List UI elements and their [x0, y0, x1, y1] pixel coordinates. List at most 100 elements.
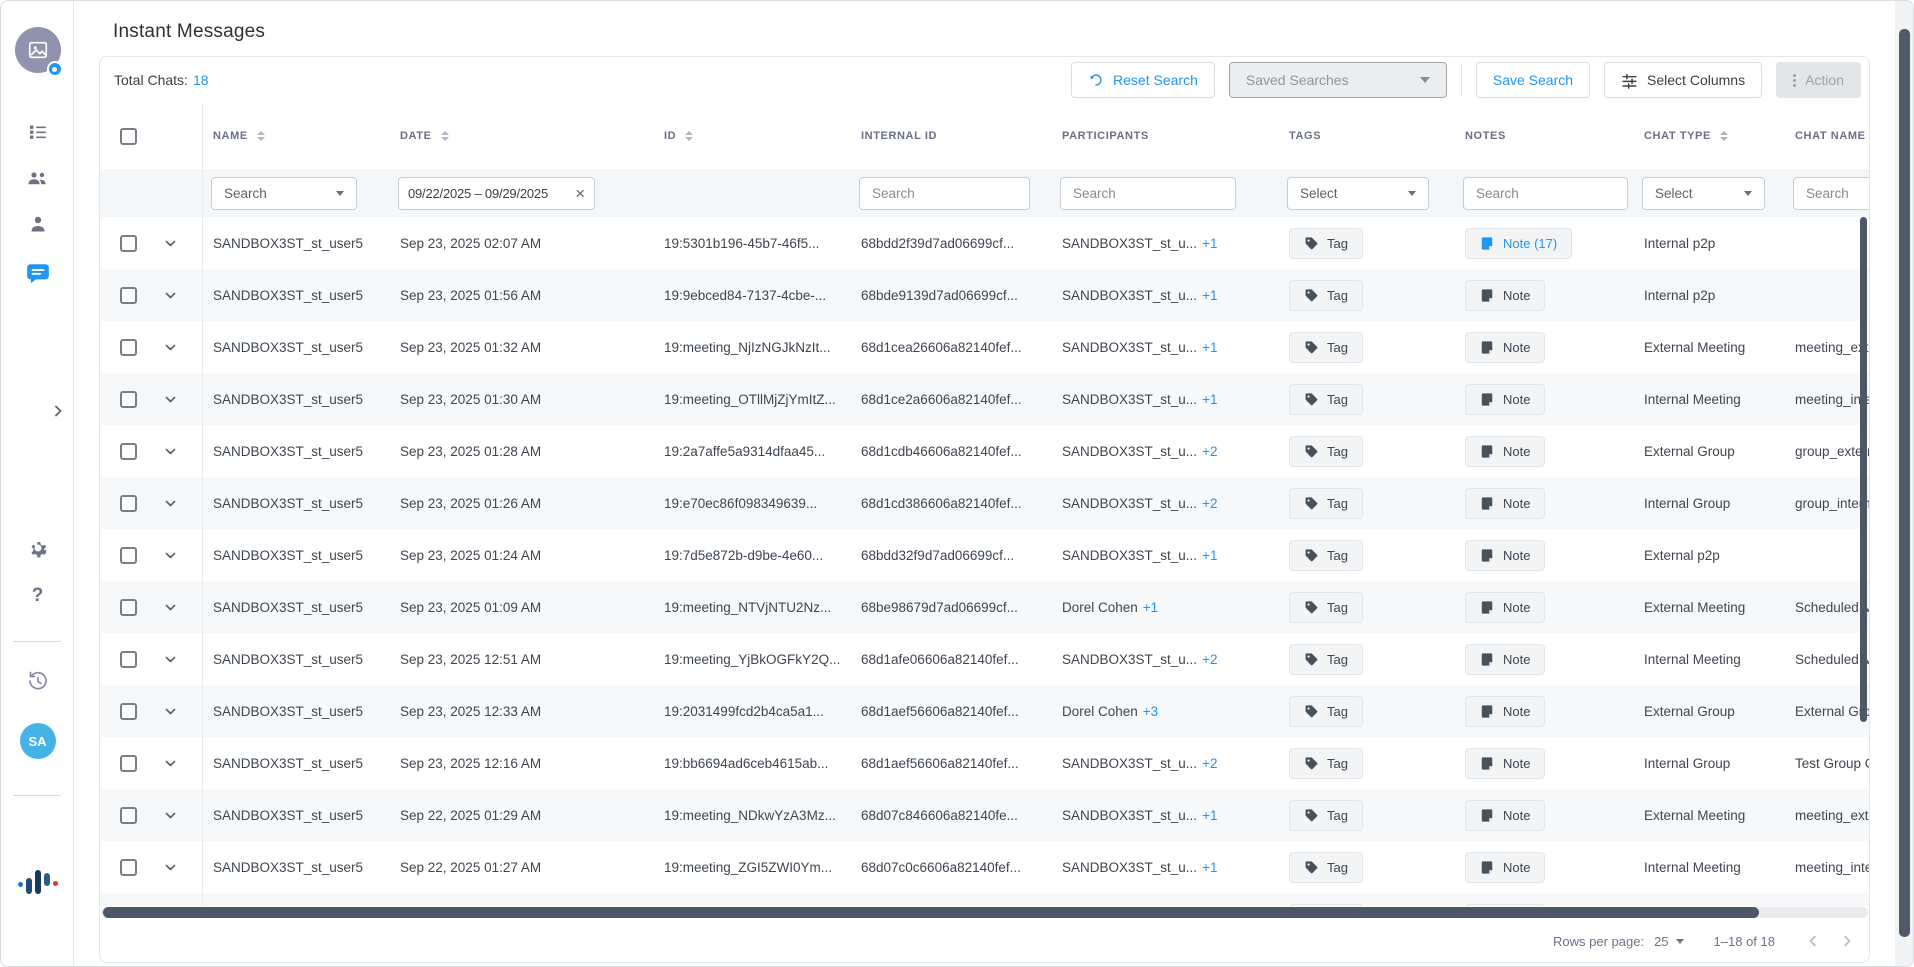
horizontal-scrollbar-thumb[interactable] — [103, 907, 1759, 918]
notes-filter-input[interactable] — [1463, 177, 1628, 210]
expand-row-icon[interactable] — [163, 808, 178, 823]
note-button[interactable]: Note — [1465, 540, 1545, 571]
participants-more-link[interactable]: +3 — [1143, 704, 1158, 719]
expand-row-icon[interactable] — [163, 600, 178, 615]
tag-button[interactable]: Tag — [1289, 592, 1363, 623]
sidebar-item-groups[interactable] — [1, 167, 74, 194]
participants-more-link[interactable]: +1 — [1202, 340, 1217, 355]
internal-id-filter-input[interactable] — [859, 177, 1030, 210]
participants-more-link[interactable]: +1 — [1202, 392, 1217, 407]
rows-per-page-select[interactable]: 25 — [1654, 934, 1683, 949]
tag-button[interactable]: Tag — [1289, 384, 1363, 415]
row-checkbox[interactable] — [120, 339, 137, 356]
expand-row-icon[interactable] — [163, 652, 178, 667]
sidebar-item-users[interactable] — [1, 213, 74, 240]
participants-more-link[interactable]: +1 — [1202, 548, 1217, 563]
expand-row-icon[interactable] — [163, 756, 178, 771]
previous-page-button[interactable] — [1805, 933, 1821, 949]
row-checkbox[interactable] — [120, 547, 137, 564]
expand-row-icon[interactable] — [163, 236, 178, 251]
row-checkbox[interactable] — [120, 859, 137, 876]
tag-button[interactable]: Tag — [1289, 800, 1363, 831]
tag-button[interactable]: Tag — [1289, 280, 1363, 311]
name-filter-select[interactable]: Search — [211, 177, 357, 210]
expand-row-icon[interactable] — [163, 548, 178, 563]
sidebar-item-settings[interactable] — [1, 537, 74, 564]
column-header-chat-type[interactable]: CHAT TYPE — [1634, 130, 1785, 142]
column-header-chat-name[interactable]: CHAT NAME — [1785, 130, 1870, 142]
tag-button[interactable]: Tag — [1289, 436, 1363, 467]
select-columns-button[interactable]: Select Columns — [1604, 62, 1762, 98]
column-header-name[interactable]: NAME — [202, 103, 390, 169]
note-button[interactable]: Note — [1465, 904, 1545, 907]
date-range-filter[interactable]: 09/22/2025 – 09/29/2025 × — [398, 177, 595, 210]
tag-button[interactable]: Tag — [1289, 228, 1363, 259]
participants-more-link[interactable]: +1 — [1202, 288, 1217, 303]
participants-more-link[interactable]: +2 — [1202, 496, 1217, 511]
row-checkbox[interactable] — [120, 755, 137, 772]
sidebar-item-instant-messages[interactable] — [1, 261, 74, 292]
column-header-date[interactable]: DATE — [390, 130, 654, 142]
tag-button[interactable]: Tag — [1289, 852, 1363, 883]
vertical-scrollbar[interactable] — [1860, 217, 1867, 722]
window-scrollbar-thumb[interactable] — [1899, 29, 1910, 937]
horizontal-scrollbar-track[interactable] — [101, 907, 1868, 918]
sidebar-item-help[interactable]: ? — [1, 585, 74, 607]
participants-more-link[interactable]: +2 — [1202, 756, 1217, 771]
row-checkbox[interactable] — [120, 235, 137, 252]
note-button[interactable]: Note — [1465, 332, 1545, 363]
expand-row-icon[interactable] — [163, 704, 178, 719]
participants-more-link[interactable]: +2 — [1202, 444, 1217, 459]
action-button[interactable]: Action — [1776, 62, 1861, 98]
tag-button[interactable]: Tag — [1289, 644, 1363, 675]
next-page-button[interactable] — [1839, 933, 1855, 949]
participants-more-link[interactable]: +1 — [1202, 808, 1217, 823]
row-checkbox[interactable] — [120, 651, 137, 668]
participants-filter-input[interactable] — [1060, 177, 1236, 210]
note-button[interactable]: Note — [1465, 696, 1545, 727]
note-button[interactable]: Note — [1465, 748, 1545, 779]
saved-searches-dropdown[interactable]: Saved Searches — [1229, 62, 1447, 98]
participants-more-link[interactable]: +1 — [1202, 860, 1217, 875]
note-button[interactable]: Note — [1465, 280, 1545, 311]
tag-button[interactable]: Tag — [1289, 748, 1363, 779]
tags-filter-select[interactable]: Select — [1287, 177, 1429, 210]
note-button[interactable]: Note — [1465, 436, 1545, 467]
row-checkbox[interactable] — [120, 599, 137, 616]
window-scrollbar-track[interactable] — [1895, 1, 1913, 966]
note-button[interactable]: Note — [1465, 644, 1545, 675]
participants-more-link[interactable]: +1 — [1143, 600, 1158, 615]
tag-button[interactable]: Tag — [1289, 540, 1363, 571]
tag-button[interactable]: Tag — [1289, 488, 1363, 519]
row-checkbox[interactable] — [120, 807, 137, 824]
participants-more-link[interactable]: +1 — [1202, 236, 1217, 251]
participants-more-link[interactable]: +2 — [1202, 652, 1217, 667]
expand-row-icon[interactable] — [163, 860, 178, 875]
row-checkbox[interactable] — [120, 391, 137, 408]
note-button[interactable]: Note (17) — [1465, 228, 1572, 259]
expand-row-icon[interactable] — [163, 444, 178, 459]
save-search-button[interactable]: Save Search — [1476, 62, 1590, 98]
select-all-checkbox[interactable] — [120, 128, 137, 145]
note-button[interactable]: Note — [1465, 852, 1545, 883]
chat-type-filter-select[interactable]: Select — [1642, 177, 1765, 210]
note-button[interactable]: Note — [1465, 592, 1545, 623]
tag-button[interactable]: Tag — [1289, 696, 1363, 727]
expand-row-icon[interactable] — [163, 340, 178, 355]
expand-row-icon[interactable] — [163, 288, 178, 303]
expand-row-icon[interactable] — [163, 392, 178, 407]
reset-search-button[interactable]: Reset Search — [1071, 62, 1215, 98]
clear-date-icon[interactable]: × — [575, 185, 585, 202]
sidebar-item-list[interactable] — [1, 121, 74, 148]
workspace-avatar[interactable] — [1, 27, 74, 73]
chat-name-filter-input[interactable] — [1793, 177, 1870, 210]
note-button[interactable]: Note — [1465, 488, 1545, 519]
tag-button[interactable]: Tag — [1289, 904, 1363, 907]
tag-button[interactable]: Tag — [1289, 332, 1363, 363]
row-checkbox[interactable] — [120, 443, 137, 460]
user-avatar[interactable]: SA — [1, 723, 74, 759]
row-checkbox[interactable] — [120, 287, 137, 304]
row-checkbox[interactable] — [120, 495, 137, 512]
sidebar-expand-button[interactable] — [1, 403, 74, 424]
sidebar-item-history[interactable] — [1, 669, 74, 698]
